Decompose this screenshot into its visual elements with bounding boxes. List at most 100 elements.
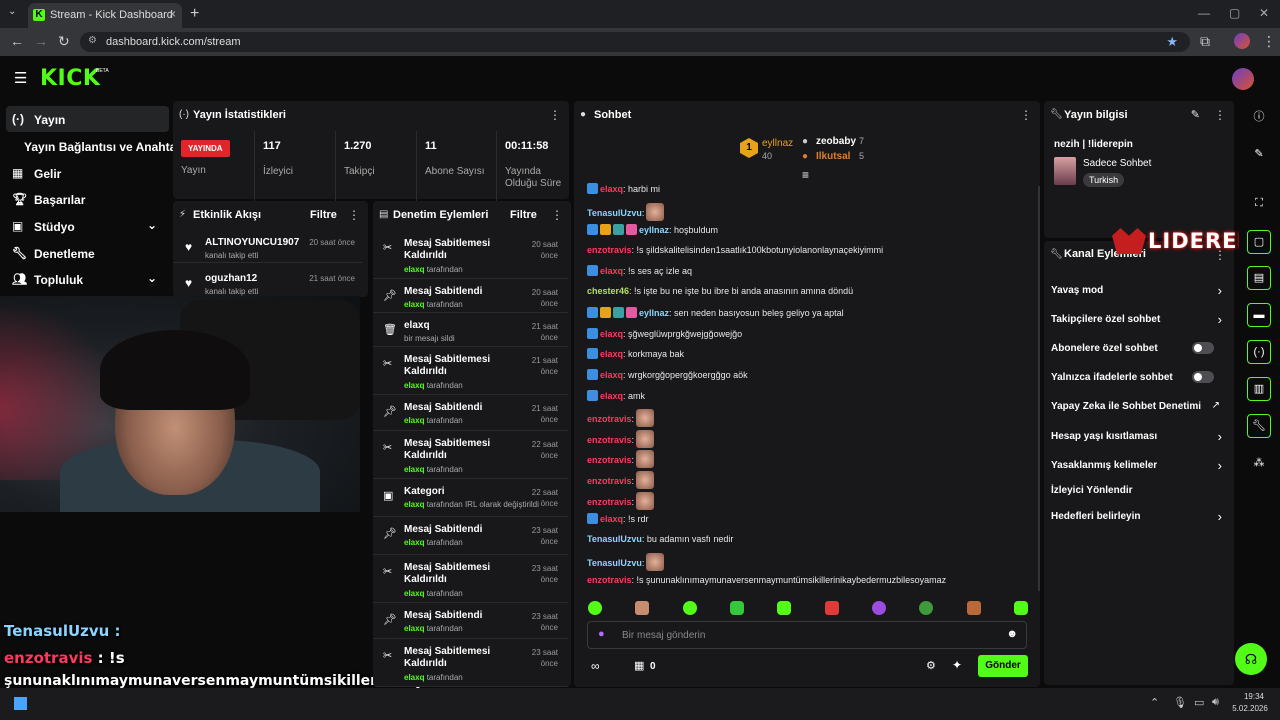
toggle-switch[interactable] [1192,342,1214,354]
browser-tab[interactable]: K Stream - Kick Dashboard × [28,3,182,28]
mic-icon[interactable]: ● [598,628,605,640]
chat-username[interactable]: enzotravis [587,455,632,465]
chat-message[interactable]: eyllnaz: hoşbuldum [587,224,718,235]
chat-message[interactable]: enzotravis: !s şildskalitelisinden1saatl… [587,245,883,255]
more-options-icon[interactable]: ⋮ [549,108,561,122]
chat-username[interactable]: eyllnaz [639,308,669,318]
chat-username[interactable]: TenasulUzvu [587,558,642,568]
microphone-icon[interactable]: 🎙︎ [1173,696,1187,709]
moderation-filter-button[interactable]: Filtre [510,209,537,221]
reload-icon[interactable]: ↻ [58,33,70,50]
chat-message[interactable]: elaxq: şğweglüwprgkğwejgğowejğo [587,328,742,339]
channel-action-row[interactable]: Yasaklanmış kelimeler › [1044,458,1234,478]
extensions-icon[interactable]: ⧉ [1200,33,1210,50]
more-options-icon[interactable]: ⋮ [551,208,563,222]
chat-username[interactable]: enzotravis [587,497,632,507]
chat-message[interactable]: elaxq: !s ses aç izle aq [587,265,692,276]
chat-username[interactable]: elaxq [600,266,623,276]
chat-message[interactable]: TenasulUzvu: [587,203,665,221]
broadcast-icon[interactable]: (·) [1247,340,1271,364]
info-icon[interactable]: ⓘ [1247,106,1271,130]
chat-message[interactable]: elaxq: wrgkorgğopergğkoergğgo aök [587,369,748,380]
channel-points-icon[interactable]: ∞ [591,659,600,673]
activity-filter-button[interactable]: Filtre [310,209,337,221]
clock-date[interactable]: 5.02.2026 [1230,704,1270,713]
channel-action-row[interactable]: Hesap yaşı kısıtlaması › [1044,429,1234,449]
emote-button[interactable] [777,601,792,615]
more-options-icon[interactable]: ⋮ [1214,108,1226,122]
chat-message[interactable]: enzotravis: [587,409,655,427]
chat-bubble-icon[interactable]: ▬ [1247,303,1271,327]
back-icon[interactable]: ← [10,33,24,49]
sidebar-item-gelir[interactable]: ▦ Gelir [0,160,163,186]
chat-username[interactable]: enzotravis [587,245,632,255]
collapse-leaderboard-icon[interactable]: ≡ [802,168,809,182]
edit-pencil-icon[interactable]: ✎ [1191,108,1200,121]
channel-action-row[interactable]: Abonelere özel sohbet [1044,341,1234,361]
chat-scrollbar[interactable] [1038,186,1040,591]
chat-message[interactable]: elaxq: korkmaya bak [587,348,684,359]
start-icon[interactable] [14,697,27,710]
chat-message[interactable]: eyllnaz: sen neden basıyosun beleş geliy… [587,307,844,318]
chat-message[interactable]: enzotravis: [587,430,655,448]
emote-button[interactable] [729,601,744,615]
chat-username[interactable]: TenasulUzvu [587,208,642,218]
chat-username[interactable]: enzotravis [587,476,632,486]
sidebar-item-denetleme[interactable]: 🔧︎ Denetleme [0,240,163,266]
edit-pencil-icon[interactable]: ✎ [1247,143,1271,167]
chat-username[interactable]: elaxq [600,329,623,339]
sidebar-item-basarilar[interactable]: 🏆︎ Başarılar [0,186,163,212]
chat-username[interactable]: enzotravis [587,575,632,585]
forward-icon[interactable]: → [34,33,48,49]
close-window-icon[interactable]: ✕ [1259,6,1269,20]
more-options-icon[interactable]: ⋮ [348,208,360,222]
network-icon[interactable]: ▭ [1194,696,1204,709]
chat-message[interactable]: enzotravis: [587,492,655,510]
chat-username[interactable]: elaxq [600,349,623,359]
chat-username[interactable]: elaxq [600,184,623,194]
bookmark-star-icon[interactable]: ★ [1166,34,1178,50]
chat-message[interactable]: enzotravis: !s şununaklınımaymunaversenm… [587,575,946,585]
chat-username[interactable]: elaxq [600,514,623,524]
chat-message[interactable]: TenasulUzvu: bu adamın vasfı nedir [587,534,733,544]
stats-icon[interactable]: ▥ [1247,377,1271,401]
tray-chevron-icon[interactable]: ⌃ [1150,696,1159,709]
channel-action-row[interactable]: Yavaş mod › [1044,283,1234,303]
emote-menu-icon[interactable]: ✦ [952,658,962,672]
layout-icon[interactable]: ▢ [1247,230,1271,254]
sidebar-item-yayin[interactable]: (·) Yayın [6,106,169,132]
chat-username[interactable]: enzotravis [587,435,632,445]
channel-action-row[interactable]: Yapay Zeka ile Sohbet Denetimi ↗ [1044,399,1234,419]
minimize-icon[interactable]: — [1198,6,1210,20]
emoji-picker-icon[interactable]: ☻ [1006,628,1018,640]
channel-action-row[interactable]: Takipçilere özel sohbet › [1044,312,1234,332]
more-widgets-icon[interactable]: ⁂ [1247,452,1271,476]
new-tab-button[interactable]: + [190,5,199,23]
tab-close-icon[interactable]: × [169,7,176,21]
chat-username[interactable]: elaxq [600,391,623,401]
chat-message[interactable]: chester46: !s işte bu ne işte bu ibre bi… [587,286,853,296]
send-button[interactable]: Gönder [978,655,1028,677]
chat-username[interactable]: elaxq [600,370,623,380]
sidebar-item-stream-key[interactable]: Yayın Bağlantısı ve Anahtarı [0,133,184,159]
emote-button[interactable] [824,601,839,615]
gift-icon[interactable]: ▦ [634,659,644,672]
leader-name[interactable]: Ilkutsal [816,151,850,162]
emote-button[interactable] [588,601,602,615]
chat-message[interactable]: TenasulUzvu: [587,553,665,571]
channel-action-row[interactable]: İzleyici Yönlendir [1044,483,1234,503]
help-support-icon[interactable]: ☊ [1235,643,1267,675]
kick-logo[interactable]: KICK [40,66,100,91]
document-icon[interactable]: ▤ [1247,266,1271,290]
leader-name[interactable]: eyllnaz [762,138,793,149]
clock-time[interactable]: 19:34 [1240,692,1268,701]
maximize-icon[interactable]: ▢ [1229,6,1240,20]
chat-username[interactable]: enzotravis [587,414,632,424]
emote-button[interactable] [966,601,981,615]
emote-button[interactable] [919,601,934,615]
chat-message[interactable]: elaxq: harbi mi [587,183,660,194]
chat-settings-icon[interactable]: ⚙ [926,659,936,672]
wrench-icon[interactable]: 🔧︎ [1247,414,1271,438]
toggle-switch[interactable] [1192,371,1214,383]
leader-name[interactable]: zeobaby [816,136,856,147]
